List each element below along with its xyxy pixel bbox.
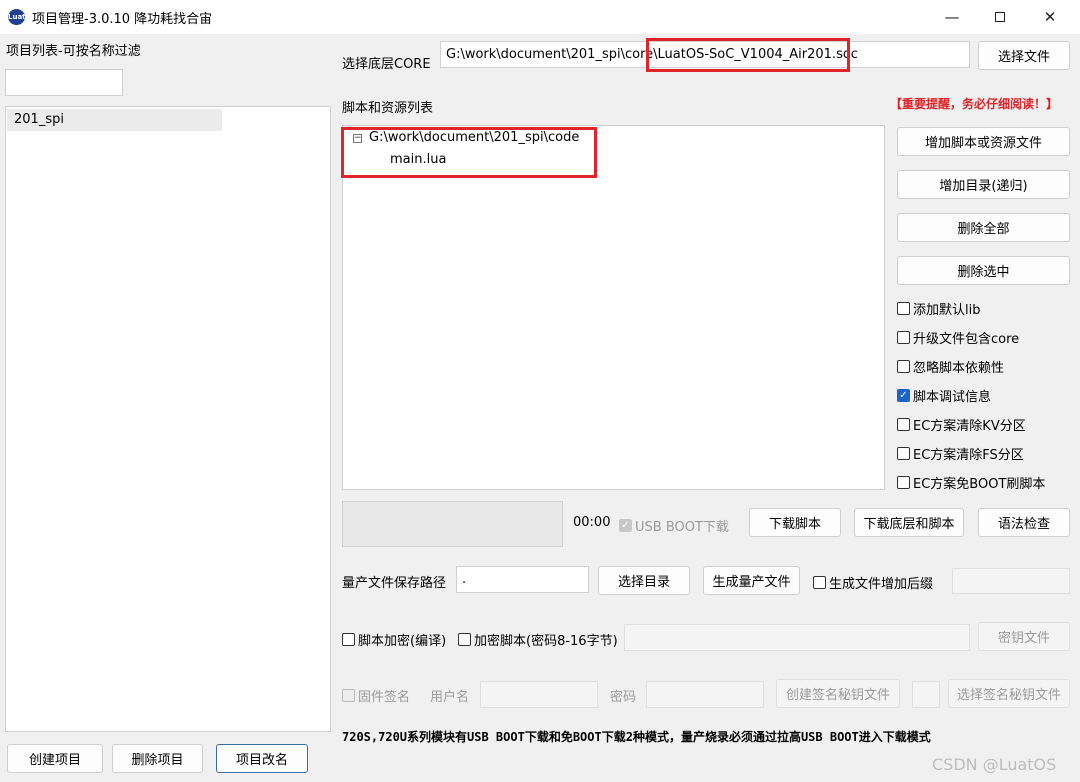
syntax-check-button[interactable]: 语法检查 xyxy=(978,508,1070,537)
add-directory-button[interactable]: 增加目录(递归) xyxy=(897,170,1070,199)
core-file-highlight xyxy=(646,38,850,72)
suffix-input xyxy=(952,568,1070,594)
add-suffix-checkbox[interactable]: 生成文件增加后缀 xyxy=(813,573,933,592)
checkbox xyxy=(342,689,355,702)
firmware-sign-checkbox: 固件签名 xyxy=(342,686,410,705)
checkbox[interactable] xyxy=(897,476,910,489)
script-tree-highlight xyxy=(341,127,597,178)
option-no-boot-flash[interactable]: EC方案免BOOT刷脚本 xyxy=(897,473,1045,492)
key-file-button: 密钥文件 xyxy=(978,622,1070,651)
download-script-button[interactable]: 下载脚本 xyxy=(749,508,841,537)
username-label: 用户名 xyxy=(430,690,470,705)
encrypt-password-input xyxy=(624,624,970,651)
delete-selected-button[interactable]: 删除选中 xyxy=(897,256,1070,285)
project-filter-label: 项目列表-可按名称过滤 xyxy=(6,44,141,59)
checkbox-checked-icon: ✓ xyxy=(619,519,632,532)
select-directory-button[interactable]: 选择目录 xyxy=(598,566,690,595)
minimize-icon[interactable]: — xyxy=(928,0,976,34)
app-logo-icon: Luat xyxy=(8,9,26,25)
username-input xyxy=(480,681,598,708)
production-path-label: 量产文件保存路径 xyxy=(342,576,447,591)
progress-box xyxy=(342,501,563,547)
project-list[interactable]: 201_spi xyxy=(5,106,331,732)
rename-project-button[interactable]: 项目改名 xyxy=(216,744,308,773)
project-filter-input[interactable] xyxy=(5,69,123,96)
option-debug-info[interactable]: ✓ 脚本调试信息 xyxy=(897,386,991,405)
core-path-dir: G:\work\document\201_spi\core\ xyxy=(446,47,658,62)
download-all-button[interactable]: 下载底层和脚本 xyxy=(854,508,964,537)
create-project-button[interactable]: 创建项目 xyxy=(7,744,103,773)
option-ignore-deps[interactable]: 忽略脚本依赖性 xyxy=(897,357,1004,376)
title-bar: Luat 项目管理-3.0.10 降功耗找合宙 — ✕ xyxy=(0,0,1080,34)
checkbox[interactable] xyxy=(342,633,355,646)
watermark: CSDN @LuatOS xyxy=(932,755,1057,774)
select-sign-key-button: 选择签名秘钥文件 xyxy=(948,679,1070,708)
usb-boot-checkbox: ✓ USB BOOT下载 xyxy=(619,516,729,535)
create-sign-key-button: 创建签名秘钥文件 xyxy=(776,679,900,708)
checkbox[interactable] xyxy=(813,576,826,589)
window-title: 项目管理-3.0.10 降功耗找合宙 xyxy=(32,12,213,27)
checkbox[interactable] xyxy=(458,633,471,646)
add-script-button[interactable]: 增加脚本或资源文件 xyxy=(897,127,1070,156)
option-clear-kv[interactable]: EC方案清除KV分区 xyxy=(897,415,1026,434)
checkbox[interactable] xyxy=(897,418,910,431)
core-label: 选择底层CORE xyxy=(342,57,431,72)
maximize-icon[interactable] xyxy=(976,0,1024,34)
generate-production-button[interactable]: 生成量产文件 xyxy=(703,566,800,595)
checkbox-checked-icon[interactable]: ✓ xyxy=(897,389,910,402)
checkbox[interactable] xyxy=(897,447,910,460)
checkbox[interactable] xyxy=(897,302,910,315)
checkbox[interactable] xyxy=(897,331,910,344)
delete-all-button[interactable]: 删除全部 xyxy=(897,213,1070,242)
checkbox[interactable] xyxy=(897,360,910,373)
sign-key-path-input xyxy=(912,681,940,708)
password-encrypt-checkbox[interactable]: 加密脚本(密码8-16字节) xyxy=(458,630,618,649)
script-list-label: 脚本和资源列表 xyxy=(342,101,434,116)
option-add-default-lib[interactable]: 添加默认lib xyxy=(897,299,980,318)
sign-password-input xyxy=(646,681,764,708)
important-warning-link[interactable]: 【重要提醒，务必仔细阅读！】 xyxy=(890,95,1058,112)
compile-encrypt-checkbox[interactable]: 脚本加密(编译) xyxy=(342,630,446,649)
script-tree[interactable]: − G:\work\document\201_spi\code main.lua xyxy=(342,125,885,490)
sign-password-label: 密码 xyxy=(610,690,637,705)
project-name: 201_spi xyxy=(14,112,64,127)
option-include-core[interactable]: 升级文件包含core xyxy=(897,328,1019,347)
delete-project-button[interactable]: 删除项目 xyxy=(112,744,203,773)
option-clear-fs[interactable]: EC方案清除FS分区 xyxy=(897,444,1024,463)
download-timer: 00:00 xyxy=(573,515,611,530)
project-list-item[interactable]: 201_spi xyxy=(7,109,222,131)
boot-mode-note: 720S,720U系列模块有USB BOOT下载和免BOOT下载2种模式，量产烧… xyxy=(342,730,931,744)
select-core-file-button[interactable]: 选择文件 xyxy=(978,41,1070,70)
close-icon[interactable]: ✕ xyxy=(1026,0,1074,34)
production-path-input[interactable]: . xyxy=(456,566,589,593)
